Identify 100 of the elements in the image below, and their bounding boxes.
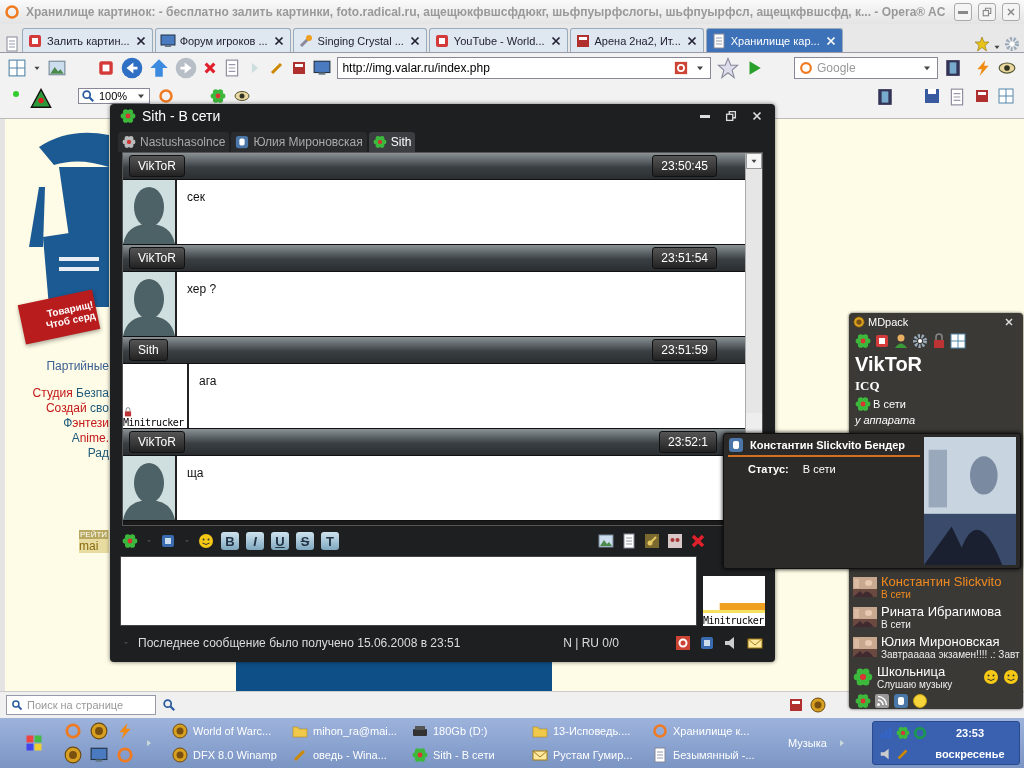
status-label[interactable]: В сети	[873, 398, 906, 410]
coin-icon[interactable]	[64, 746, 82, 764]
contact-name: Рината Ибрагимова	[881, 604, 1003, 619]
document-icon	[710, 32, 727, 49]
star-icon	[974, 36, 990, 52]
page-link[interactable]: Фэнтези	[63, 416, 109, 430]
ring-icon	[799, 61, 813, 75]
page-link[interactable]: Anime.	[71, 431, 109, 445]
flower-icon	[122, 135, 136, 149]
page-link[interactable]: Партийные	[46, 359, 109, 373]
contact-item[interactable]: Юлия Мироновская Завтрааааа экзамен!!!! .: Завт	[849, 632, 1023, 662]
smiley-icon[interactable]	[198, 533, 214, 549]
search-icon[interactable]	[162, 698, 176, 712]
square-icon[interactable]	[874, 333, 890, 349]
time-label: 23:51:54	[652, 247, 717, 269]
tile-icon[interactable]	[893, 692, 909, 709]
user-name: VikToR	[854, 352, 924, 376]
envelope-icon[interactable]	[747, 635, 763, 651]
format-button[interactable]: U	[271, 532, 289, 550]
browser-tab[interactable]: Залить картин...	[22, 28, 153, 52]
close-icon	[1005, 6, 1017, 18]
eye-icon[interactable]	[998, 59, 1016, 77]
page-link[interactable]: Рад	[87, 446, 109, 460]
cross-icon[interactable]	[203, 61, 218, 75]
star-icon[interactable]	[716, 57, 739, 79]
folder-icon	[532, 723, 548, 739]
contact-item[interactable]: Школьница Слушаю музыку	[849, 662, 1023, 692]
up-arrow-icon[interactable]	[149, 58, 170, 78]
document-icon	[652, 747, 668, 763]
coin-icon[interactable]	[810, 697, 826, 713]
save-icon[interactable]	[924, 88, 940, 104]
rating-badge[interactable]: РЕЙТИ mai	[79, 530, 109, 553]
pencil-icon	[292, 747, 308, 763]
coin-icon[interactable]	[90, 722, 108, 740]
eye-icon[interactable]	[234, 88, 250, 104]
address-field[interactable]: http://img.valar.ru/index.php	[337, 57, 711, 79]
page-link[interactable]: Студия Безпа	[32, 386, 109, 400]
browser-tab[interactable]: YouTube - World...	[428, 28, 568, 52]
contact-name: Константин Slickvito	[881, 574, 1003, 589]
quote-icon[interactable]	[667, 533, 683, 549]
browser-tab[interactable]: Арена 2на2, Ит...	[569, 28, 704, 52]
image-icon[interactable]	[598, 533, 614, 549]
format-button[interactable]: S	[296, 532, 314, 550]
flag-icon[interactable]	[24, 733, 44, 753]
square-icon	[433, 32, 450, 49]
close-icon	[750, 109, 764, 123]
zoom-field[interactable]: 100%	[78, 88, 150, 104]
message-text: ща	[186, 465, 205, 482]
film-icon[interactable]	[944, 59, 962, 77]
ring-icon	[913, 725, 927, 740]
browser-tab[interactable]: Singing Crystal ...	[292, 28, 427, 52]
page-link[interactable]: Создай сво	[45, 401, 109, 415]
contact-item[interactable]: Константин Slickvito В сети	[849, 572, 1023, 602]
flower-icon[interactable]	[210, 88, 226, 104]
person-icon[interactable]	[893, 333, 909, 349]
format-button[interactable]: B	[221, 532, 239, 550]
square-icon[interactable]	[699, 635, 715, 651]
book-icon[interactable]	[974, 88, 990, 104]
feed-icon[interactable]	[874, 692, 890, 709]
gear-icon[interactable]	[912, 333, 928, 349]
book-icon[interactable]	[291, 60, 308, 76]
message-text: сек	[186, 189, 206, 206]
browser-tab[interactable]: Форум игроков ...	[154, 28, 291, 52]
help-icon[interactable]	[675, 635, 691, 651]
flower-icon[interactable]	[122, 533, 138, 549]
flower-icon[interactable]	[855, 333, 871, 349]
key-icon[interactable]	[644, 533, 660, 549]
status-text: Последнее сообщение было получено 15.06.2008 в 23:51	[138, 636, 461, 650]
message-input[interactable]	[120, 556, 697, 626]
search-icon	[81, 89, 95, 103]
scroll-up-button[interactable]	[746, 153, 762, 169]
back-icon[interactable]	[121, 57, 144, 79]
grid-icon[interactable]	[950, 333, 966, 349]
grid-icon[interactable]	[8, 59, 26, 77]
monitor-icon[interactable]	[313, 59, 332, 77]
monitor-icon[interactable]	[90, 746, 108, 764]
format-button[interactable]: I	[246, 532, 264, 550]
pyramid-icon[interactable]	[30, 88, 52, 110]
smiley-icon	[1003, 669, 1019, 685]
browser-tab[interactable]: Хранилище кар...	[705, 28, 843, 52]
format-button[interactable]: T	[321, 532, 339, 550]
flower-icon	[412, 747, 428, 763]
contact-item[interactable]: Рината Ибрагимова В сети	[849, 602, 1023, 632]
chat-tab[interactable]: Юлия Мироновская	[231, 132, 367, 152]
tile-icon	[235, 135, 250, 149]
book-icon[interactable]	[788, 697, 804, 713]
chat-tab[interactable]: Nastushasolnce	[118, 132, 230, 152]
square-icon[interactable]	[160, 533, 176, 549]
close-icon	[1003, 316, 1015, 328]
document-icon[interactable]	[621, 533, 637, 549]
flower-icon[interactable]	[855, 692, 871, 709]
time-label: 23:52:1	[658, 431, 717, 453]
restore-icon	[724, 109, 738, 123]
chat-tab[interactable]: Sith	[368, 132, 416, 152]
film-icon[interactable]	[876, 88, 894, 106]
avatar	[123, 456, 175, 520]
ring-icon[interactable]	[158, 88, 174, 104]
window-title: Хранилище картинок: - бесплатно залить картинки, foto.radical.ru, ащещюкфвшсфдюкг, шьфпуырфслогы, шьфпуырфсл, ащещкфвшсфд, к... - Opera® AC	[26, 5, 947, 19]
cross-icon[interactable]	[690, 533, 706, 549]
sun-icon[interactable]	[912, 692, 928, 709]
